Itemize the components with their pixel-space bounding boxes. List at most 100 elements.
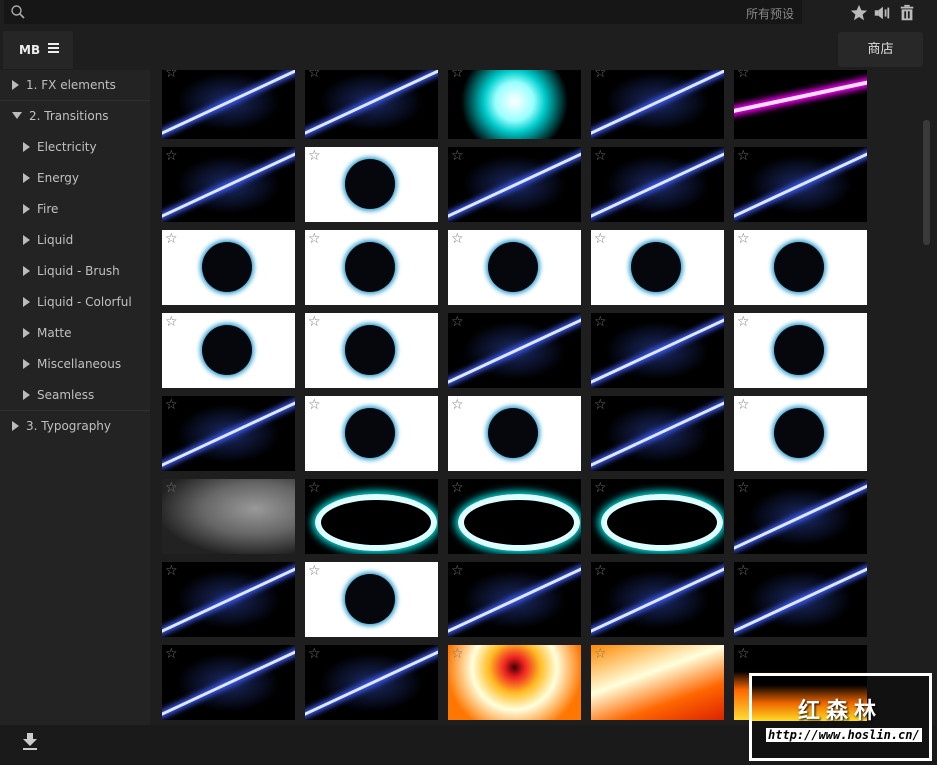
star-icon[interactable] [850,4,868,22]
scrollbar-thumb[interactable] [923,120,930,245]
preset-thumbnail[interactable]: ☆ [162,70,295,139]
preset-thumbnail[interactable]: ☆ [591,70,724,139]
search-input[interactable] [32,0,772,24]
preset-thumbnail[interactable]: ☆ [448,562,581,637]
caret-right-icon[interactable] [23,142,30,152]
preset-thumbnail[interactable]: ☆ [162,645,295,720]
favorite-star-icon[interactable]: ☆ [594,398,607,412]
preset-thumbnail[interactable]: ☆ [305,479,438,554]
preset-thumbnail[interactable]: ☆ [305,562,438,637]
caret-right-icon[interactable] [23,204,30,214]
sidebar-item[interactable]: Matte [0,318,150,349]
caret-right-icon[interactable] [23,390,30,400]
preset-thumbnail[interactable]: ☆ [162,230,295,305]
preset-scope-dropdown[interactable]: 所有预设 [746,5,794,22]
favorite-star-icon[interactable]: ☆ [308,149,321,163]
sidebar-item[interactable]: Fire [0,194,150,225]
speaker-icon[interactable] [873,4,891,22]
preset-thumbnail[interactable]: ☆ [448,479,581,554]
favorite-star-icon[interactable]: ☆ [737,232,750,246]
preset-thumbnail[interactable]: ☆ [591,562,724,637]
preset-thumbnail[interactable]: ☆ [448,645,581,720]
favorite-star-icon[interactable]: ☆ [737,647,750,661]
caret-down-icon[interactable] [12,112,22,119]
preset-thumbnail[interactable]: ☆ [448,396,581,471]
favorite-star-icon[interactable]: ☆ [308,315,321,329]
preset-thumbnail[interactable]: ☆ [305,70,438,139]
favorite-star-icon[interactable]: ☆ [737,481,750,495]
preset-thumbnail[interactable]: ☆ [591,479,724,554]
favorite-star-icon[interactable]: ☆ [165,564,178,578]
favorite-star-icon[interactable]: ☆ [594,315,607,329]
trash-icon[interactable] [898,4,916,22]
sidebar-item[interactable]: Energy [0,163,150,194]
favorite-star-icon[interactable]: ☆ [594,564,607,578]
sidebar-item[interactable]: Miscellaneous [0,349,150,380]
favorite-star-icon[interactable]: ☆ [308,564,321,578]
favorite-star-icon[interactable]: ☆ [737,398,750,412]
favorite-star-icon[interactable]: ☆ [737,564,750,578]
preset-thumbnail[interactable]: ☆ [305,147,438,222]
favorite-star-icon[interactable]: ☆ [165,232,178,246]
caret-right-icon[interactable] [23,235,30,245]
preset-thumbnail[interactable]: ☆ [305,645,438,720]
caret-right-icon[interactable] [23,266,30,276]
preset-thumbnail[interactable]: ☆ [305,313,438,388]
caret-right-icon[interactable] [12,80,19,90]
caret-right-icon[interactable] [23,297,30,307]
preset-thumbnail[interactable]: ☆ [162,479,295,554]
favorite-star-icon[interactable]: ☆ [594,647,607,661]
caret-right-icon[interactable] [23,328,30,338]
favorite-star-icon[interactable]: ☆ [451,398,464,412]
preset-thumbnail[interactable]: ☆ [734,147,867,222]
favorite-star-icon[interactable]: ☆ [308,647,321,661]
sidebar-item[interactable]: 3. Typography [0,411,150,442]
tab-mb[interactable]: MB [3,31,73,69]
favorite-star-icon[interactable]: ☆ [737,315,750,329]
sidebar-item[interactable]: Liquid - Colorful [0,287,150,318]
favorite-star-icon[interactable]: ☆ [165,481,178,495]
favorite-star-icon[interactable]: ☆ [165,149,178,163]
preset-thumbnail[interactable]: ☆ [448,230,581,305]
sidebar-item[interactable]: Seamless [0,380,150,411]
favorite-star-icon[interactable]: ☆ [451,564,464,578]
favorite-star-icon[interactable]: ☆ [451,232,464,246]
sidebar-item[interactable]: 2. Transitions [0,101,150,132]
preset-thumbnail[interactable]: ☆ [591,645,724,720]
favorite-star-icon[interactable]: ☆ [165,647,178,661]
favorite-star-icon[interactable]: ☆ [165,315,178,329]
favorite-star-icon[interactable]: ☆ [594,70,607,80]
favorite-star-icon[interactable]: ☆ [451,149,464,163]
preset-thumbnail[interactable]: ☆ [162,147,295,222]
sidebar-item[interactable]: Liquid [0,225,150,256]
preset-thumbnail[interactable]: ☆ [734,562,867,637]
favorite-star-icon[interactable]: ☆ [308,398,321,412]
caret-right-icon[interactable] [12,421,19,431]
favorite-star-icon[interactable]: ☆ [737,70,750,80]
favorite-star-icon[interactable]: ☆ [594,481,607,495]
favorite-star-icon[interactable]: ☆ [451,315,464,329]
preset-thumbnail[interactable]: ☆ [591,396,724,471]
favorite-star-icon[interactable]: ☆ [451,70,464,80]
preset-thumbnail[interactable]: ☆ [734,479,867,554]
search-bar[interactable]: 所有预设 [4,0,802,24]
preset-thumbnail[interactable]: ☆ [162,396,295,471]
menu-icon[interactable] [48,43,60,55]
preset-thumbnail[interactable]: ☆ [305,396,438,471]
favorite-star-icon[interactable]: ☆ [308,70,321,80]
favorite-star-icon[interactable]: ☆ [451,647,464,661]
sidebar-item[interactable]: Electricity [0,132,150,163]
favorite-star-icon[interactable]: ☆ [451,481,464,495]
caret-right-icon[interactable] [23,173,30,183]
download-icon[interactable] [22,733,38,751]
preset-thumbnail[interactable]: ☆ [162,313,295,388]
preset-thumbnail[interactable]: ☆ [448,70,581,139]
preset-thumbnail[interactable]: ☆ [448,147,581,222]
favorite-star-icon[interactable]: ☆ [594,149,607,163]
favorite-star-icon[interactable]: ☆ [594,232,607,246]
preset-thumbnail[interactable]: ☆ [591,147,724,222]
preset-thumbnail[interactable]: ☆ [448,313,581,388]
sidebar-item[interactable]: 1. FX elements [0,70,150,101]
preset-thumbnail[interactable]: ☆ [591,313,724,388]
preset-thumbnail[interactable]: ☆ [591,230,724,305]
